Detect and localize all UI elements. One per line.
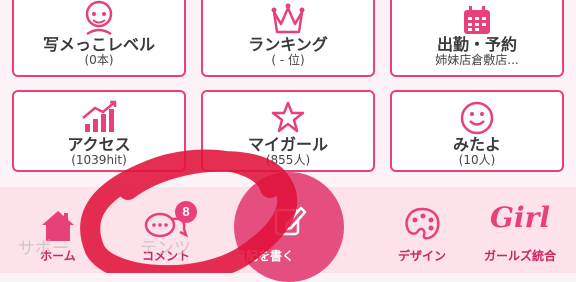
girl-logo-icon: Girl xyxy=(490,201,550,234)
tile-count: (10人) xyxy=(458,153,496,167)
nav-design[interactable]: デザイン xyxy=(374,187,470,273)
tile-label: 写メっこレベル xyxy=(42,35,155,54)
notification-badge: 8 xyxy=(175,201,197,223)
pencil-icon xyxy=(273,202,307,242)
tile-label: アクセス xyxy=(67,135,131,154)
tile-access[interactable]: アクセス (1039hit) xyxy=(12,90,186,172)
tile-mitayo[interactable]: みたよ (10人) xyxy=(390,90,564,172)
nav-label: デザイン xyxy=(397,249,446,263)
bar-chart-icon xyxy=(79,100,119,138)
nav-label: ガールズ統合 xyxy=(483,249,556,263)
tile-label: みたよ xyxy=(452,135,501,154)
tile-count: 姉妹店倉敷店... xyxy=(435,53,519,67)
tile-count: (1039hit) xyxy=(71,153,127,167)
nav-comments[interactable]: 8 コメント xyxy=(118,187,214,273)
tile-count: ( - 位) xyxy=(271,53,305,67)
smiley-icon xyxy=(459,100,495,140)
star-icon xyxy=(270,100,306,138)
ghost-text-right: テンツ xyxy=(140,239,191,259)
write-diary-button[interactable]: 日記を書く xyxy=(234,172,344,282)
tile-count: (855人) xyxy=(265,153,311,167)
tile-schedule[interactable]: 出勤・予約 姉妹店倉敷店... xyxy=(390,0,564,77)
tile-label: マイガール xyxy=(247,135,328,154)
nav-girls[interactable]: Girl ガールズ統合 xyxy=(472,187,568,273)
ghost-text-left: サポー xyxy=(18,239,69,259)
tile-my-girl[interactable]: マイガール (855人) xyxy=(201,90,375,172)
fab-label: 日記を書く xyxy=(234,249,295,263)
tile-ranking[interactable]: ランキング ( - 位) xyxy=(201,0,375,77)
tile-label: ランキング xyxy=(248,35,328,54)
tile-label: 出勤・予約 xyxy=(436,35,517,54)
nav-home[interactable]: ホーム xyxy=(10,187,106,273)
tile-photo-level[interactable]: 写メっこレベル (0本) xyxy=(12,0,186,77)
tile-count: (0本) xyxy=(84,53,114,67)
palette-icon xyxy=(402,205,442,249)
